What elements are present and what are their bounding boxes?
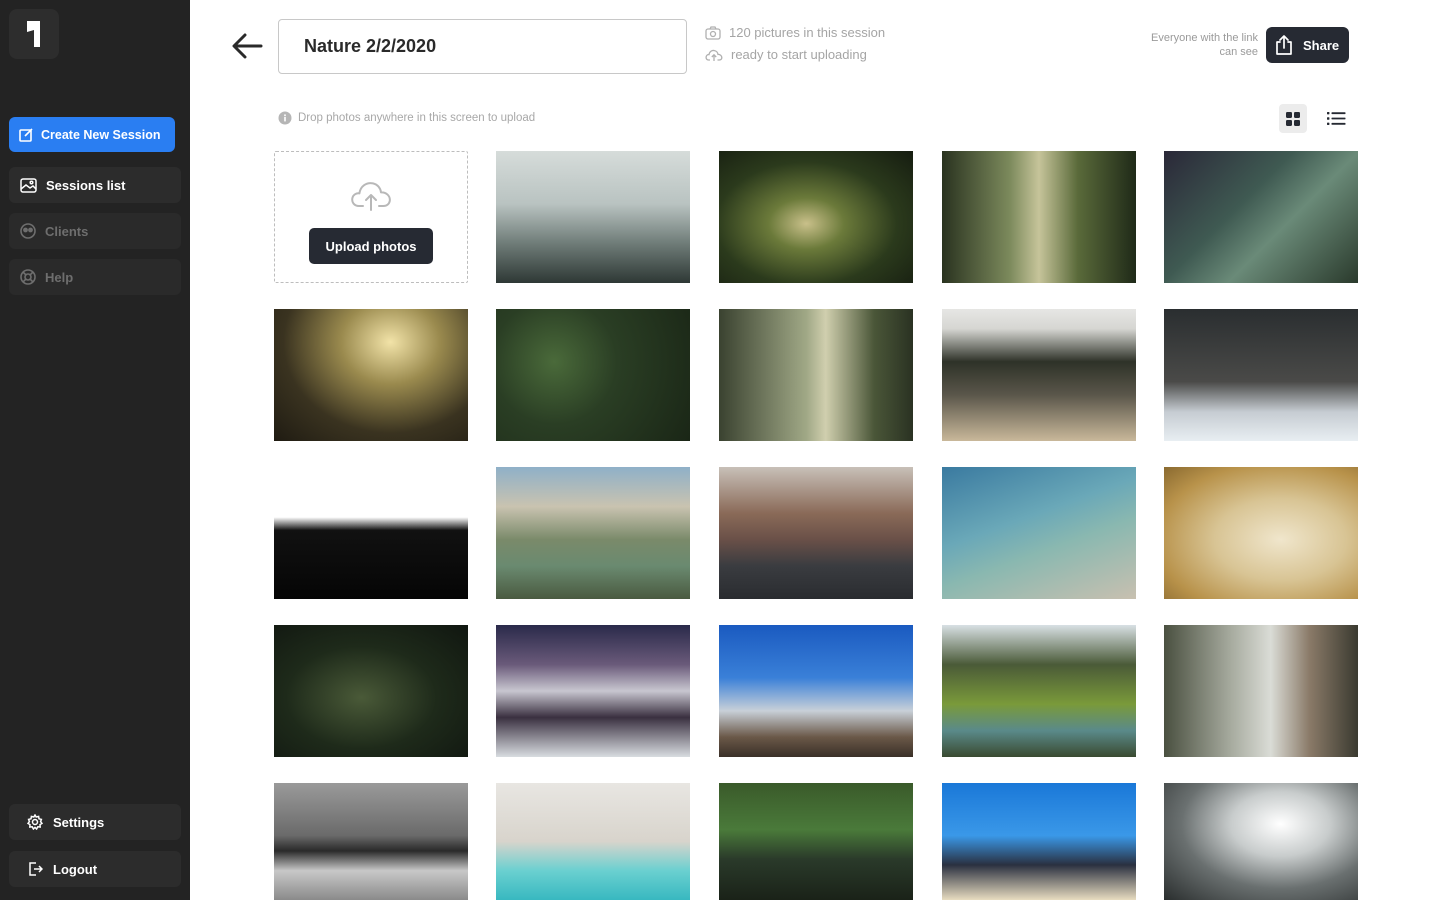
- upload-dropzone[interactable]: Upload photos: [274, 151, 468, 283]
- photo-tile[interactable]: [942, 783, 1136, 900]
- sidebar-item-label: Logout: [53, 861, 98, 877]
- photo-tile[interactable]: [496, 309, 690, 441]
- sidebar-item-settings[interactable]: Settings: [9, 804, 181, 840]
- upload-status: ready to start uploading: [705, 47, 867, 62]
- photo-tile[interactable]: [719, 467, 913, 599]
- share-button-label: Share: [1303, 37, 1340, 53]
- photo-tile[interactable]: [496, 625, 690, 757]
- brand-logo-icon: [27, 21, 40, 47]
- logout-icon: [29, 862, 43, 876]
- sidebar-item-label: Settings: [53, 814, 105, 830]
- photo-tile[interactable]: [719, 151, 913, 283]
- photo-tile[interactable]: [496, 467, 690, 599]
- help-icon: [20, 269, 36, 285]
- upload-status-text: ready to start uploading: [731, 47, 867, 62]
- drop-hint-text: Drop photos anywhere in this screen to u…: [298, 112, 536, 124]
- drop-hint: Drop photos anywhere in this screen to u…: [278, 111, 535, 125]
- photo-tile[interactable]: [719, 783, 913, 900]
- info-icon: [278, 111, 292, 125]
- photo-tile[interactable]: [942, 151, 1136, 283]
- back-button[interactable]: [230, 28, 266, 64]
- create-new-session-button[interactable]: Create New Session: [9, 117, 175, 152]
- sidebar-item-sessions-list[interactable]: Sessions list: [9, 167, 181, 203]
- photo-tile[interactable]: [274, 467, 468, 599]
- list-view-icon: [1326, 112, 1345, 125]
- photo-tile[interactable]: [496, 151, 690, 283]
- photo-tile[interactable]: [942, 309, 1136, 441]
- share-icon: [1276, 35, 1292, 55]
- sidebar-item-label: Sessions list: [46, 177, 126, 193]
- photo-tile[interactable]: [1164, 309, 1358, 441]
- session-title-input[interactable]: [278, 19, 687, 74]
- sidebar-item-clients[interactable]: Clients: [9, 213, 181, 249]
- photo-tile[interactable]: [1164, 467, 1358, 599]
- list-view-button[interactable]: [1322, 104, 1350, 133]
- brand-logo[interactable]: [9, 9, 59, 59]
- sidebar-item-help[interactable]: Help: [9, 259, 181, 295]
- upload-photos-button[interactable]: Upload photos: [309, 228, 433, 264]
- edit-icon: [19, 127, 33, 142]
- sidebar: Create New Session Sessions list Clients…: [0, 0, 190, 900]
- grid-view-icon: [1286, 111, 1300, 126]
- grid-view-button[interactable]: [1279, 104, 1307, 133]
- photo-tile[interactable]: [719, 625, 913, 757]
- cloud-upload-icon: [351, 182, 391, 211]
- sidebar-item-logout[interactable]: Logout: [9, 851, 181, 887]
- photo-tile[interactable]: [496, 783, 690, 900]
- photo-tile[interactable]: [719, 309, 913, 441]
- sidebar-item-label: Clients: [45, 223, 89, 239]
- photo-tile[interactable]: [1164, 783, 1358, 900]
- gear-icon: [27, 814, 43, 830]
- photo-tile[interactable]: [274, 783, 468, 900]
- photo-tile[interactable]: [942, 625, 1136, 757]
- photo-gallery-icon: [20, 177, 37, 193]
- picture-count: 120 pictures in this session: [705, 25, 885, 40]
- photo-tile[interactable]: [942, 467, 1136, 599]
- photo-tile[interactable]: [1164, 151, 1358, 283]
- cloud-upload-icon: [705, 49, 723, 61]
- sidebar-item-label: Help: [45, 269, 74, 285]
- clients-icon: [20, 223, 36, 239]
- picture-count-text: 120 pictures in this session: [729, 25, 886, 40]
- create-new-session-label: Create New Session: [41, 127, 161, 142]
- arrow-left-icon: [232, 33, 263, 59]
- camera-icon: [705, 25, 721, 40]
- share-button[interactable]: Share: [1266, 27, 1349, 63]
- photo-tile[interactable]: [1164, 625, 1358, 757]
- photo-tile[interactable]: [274, 309, 468, 441]
- photo-tile[interactable]: [274, 625, 468, 757]
- share-visibility-note: Everyone with the link can see: [1151, 32, 1258, 58]
